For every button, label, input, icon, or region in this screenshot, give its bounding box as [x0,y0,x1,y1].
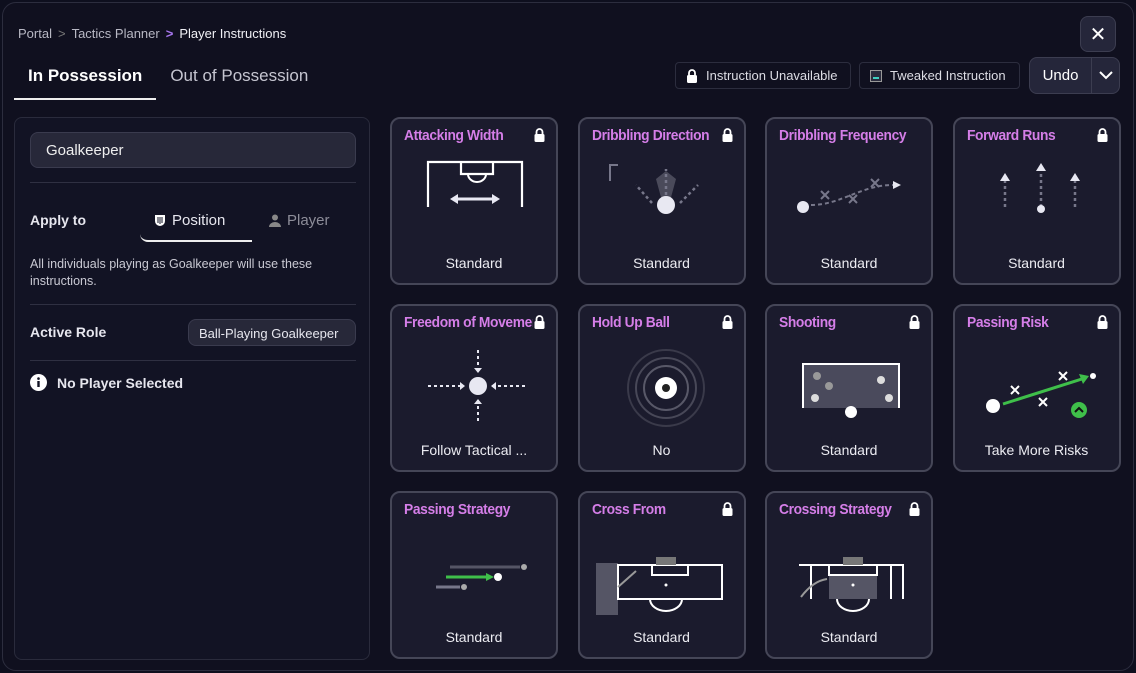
apply-to-label: Apply to [30,212,86,228]
chevron-down-icon [1098,71,1113,80]
card-value: Standard [445,255,503,271]
instruction-illustration-icon [426,160,524,207]
instruction-illustration-icon [608,164,699,214]
instruction-illustration-icon [436,564,527,590]
card-title: Cross From [591,501,666,518]
instruction-card[interactable]: Freedom of Movement Follow Tactical ... [390,304,558,472]
apply-description: All individuals playing as Goalkeeper wi… [30,257,313,288]
lock-icon [908,315,921,334]
card-title: Crossing Strategy [779,501,892,518]
card-title: Dribbling Direction [591,127,710,144]
card-title: Shooting [779,314,836,331]
legend-tweaked: Tweaked Instruction [859,62,1020,89]
instruction-card[interactable]: Dribbling Direction Standard [577,117,746,285]
tab-in-possession[interactable]: In Possession [14,60,157,100]
card-value: Standard [633,629,690,645]
legend-tweaked-label: Tweaked Instruction [890,68,1006,83]
lock-icon [721,128,734,147]
lock-icon [533,315,546,334]
chevron-right-icon: > [57,26,66,41]
instruction-illustration-icon [626,349,705,427]
instruction-illustration-icon [985,371,1096,418]
apply-to-player[interactable]: Player [269,212,330,229]
position-label: Position [172,212,226,229]
card-value: Standard [820,442,878,458]
card-title: Forward Runs [966,127,1056,144]
instruction-card[interactable]: Dribbling Frequency Standard [765,117,933,285]
undo-dropdown[interactable] [1091,58,1119,93]
card-value: Standard [820,255,878,271]
breadcrumb-current: Player Instructions [179,26,287,41]
shield-icon [155,215,165,226]
lock-icon [721,502,734,521]
info-icon [30,374,47,391]
instruction-card[interactable]: Shooting Standard [765,304,933,472]
close-icon: ✕ [1089,23,1107,46]
breadcrumb-portal[interactable]: Portal [18,26,52,41]
possession-tabs: In Possession Out of Possession [14,60,322,100]
close-button[interactable]: ✕ [1080,16,1116,52]
divider [30,304,356,305]
undo-label[interactable]: Undo [1030,67,1091,84]
instruction-card[interactable]: Attacking Width Standard [390,117,558,285]
card-value: Standard [633,255,690,271]
divider [30,360,356,361]
instruction-card[interactable]: Passing Risk Take More Risks [952,304,1121,472]
card-title: Hold Up Ball [591,314,670,331]
card-title: Dribbling Frequency [779,127,907,144]
no-player-label: No Player Selected [57,374,184,391]
instruction-illustration-icon [797,178,901,213]
card-value: Standard [445,629,503,645]
legend-unavailable-label: Instruction Unavailable [706,68,838,83]
tweaked-icon [870,69,882,82]
instruction-illustration-icon [799,557,904,612]
instruction-card[interactable]: Crossing Strategy Standard [765,491,933,659]
chevron-right-icon: > [165,26,174,41]
lock-icon [687,68,697,83]
card-title: Freedom of Movement [404,314,533,331]
active-role-label: Active Role [30,324,107,340]
instruction-card[interactable]: Hold Up Ball No [577,304,746,472]
no-player-notice: No Player Selected [30,374,183,391]
card-title: Attacking Width [404,127,504,144]
instruction-illustration-icon [595,557,723,615]
card-value: Follow Tactical ... [420,442,528,458]
tab-out-of-possession[interactable]: Out of Possession [156,60,322,100]
instruction-card[interactable]: Cross From Standard [577,491,746,659]
instruction-illustration-icon [428,350,528,422]
card-value: Take More Risks [984,442,1089,458]
lock-icon [1096,128,1109,147]
lock-icon [721,315,734,334]
breadcrumb-tactics-planner[interactable]: Tactics Planner [72,26,160,41]
card-title: Passing Risk [966,314,1049,331]
legend-unavailable: Instruction Unavailable [675,62,851,89]
breadcrumb: Portal > Tactics Planner > Player Instruct… [18,26,286,41]
side-panel: Goalkeeper Apply to Position Player All … [14,117,370,660]
divider [30,182,356,183]
instruction-card[interactable]: Passing Strategy Standard [390,491,558,659]
card-value: Standard [1008,255,1065,271]
apply-to-position[interactable]: Position [140,212,252,242]
lock-icon [1096,315,1109,334]
instruction-card[interactable]: Forward Runs Standard [952,117,1121,285]
undo-button[interactable]: Undo [1029,57,1120,94]
lock-icon [908,502,921,521]
instruction-illustration-icon [802,363,900,418]
instruction-illustration-icon [999,163,1080,213]
player-label: Player [287,212,330,229]
lock-icon [533,128,546,147]
active-role-select[interactable]: Ball-Playing Goalkeeper [188,319,356,346]
card-title: Passing Strategy [404,501,511,518]
person-icon [269,214,281,227]
card-value: No [652,442,671,458]
card-value: Standard [820,629,878,645]
position-select[interactable]: Goalkeeper [30,132,356,168]
